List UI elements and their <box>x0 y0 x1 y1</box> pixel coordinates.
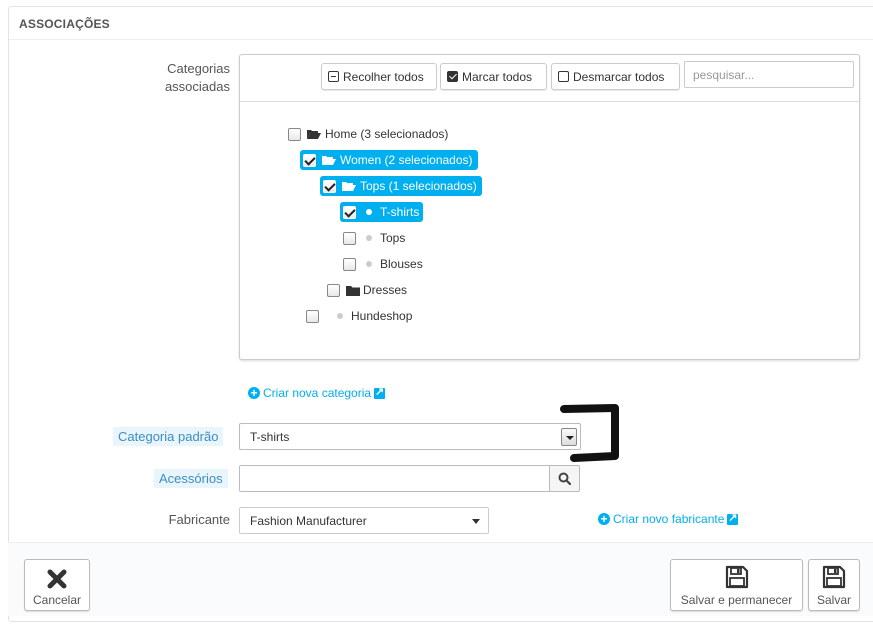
uncheck-all-label: Desmarcar todos <box>573 69 665 84</box>
uncheck-all-button[interactable]: Desmarcar todos <box>551 63 680 90</box>
collapse-all-label: Recolher todos <box>343 69 424 84</box>
save-button[interactable]: Salvar <box>808 559 860 611</box>
create-manufacturer-label: Criar novo fabricante <box>613 512 725 526</box>
tree-checkbox[interactable] <box>343 231 356 245</box>
folder-open-icon <box>342 181 356 191</box>
tree-checkbox[interactable] <box>288 127 301 141</box>
tree-checkbox[interactable] <box>306 309 319 323</box>
minus-square-icon <box>328 71 339 82</box>
empty-square-icon <box>558 71 569 82</box>
search-icon <box>558 472 571 485</box>
tree-node-tops-parent[interactable]: Tops (1 selecionados) <box>320 176 482 196</box>
tree-checkbox[interactable] <box>323 179 336 193</box>
default-category-select[interactable]: T-shirts <box>239 423 581 450</box>
tree-node-label: Dresses <box>363 283 408 297</box>
tree-node-label: Tops (1 selecionados) <box>360 179 477 193</box>
save-label: Salvar <box>816 593 851 607</box>
accessories-search-button[interactable] <box>549 465 580 492</box>
tree-checkbox[interactable] <box>343 205 356 219</box>
annotation-bracket <box>560 404 619 462</box>
tree-checkbox[interactable] <box>343 257 356 271</box>
cancel-button[interactable]: Cancelar <box>24 559 90 611</box>
check-all-button[interactable]: Marcar todos <box>440 63 547 90</box>
cancel-label: Cancelar <box>32 593 82 607</box>
folder-open-icon <box>307 129 321 139</box>
external-link-icon <box>727 511 739 525</box>
save-and-stay-button[interactable]: Salvar e permanecer <box>670 559 803 611</box>
check-square-icon <box>447 71 458 82</box>
tree-node-label: T-shirts <box>380 205 420 219</box>
tree-node-label: Women (2 selecionados) <box>340 153 473 167</box>
category-search-input[interactable] <box>684 61 854 88</box>
bullet-icon <box>366 235 372 241</box>
save-and-stay-label: Salvar e permanecer <box>680 593 793 607</box>
collapse-all-button[interactable]: Recolher todos <box>321 63 437 90</box>
bullet-icon <box>366 209 372 215</box>
categories-label: Categorias associadas <box>150 60 230 96</box>
floppy-disk-icon <box>822 565 846 589</box>
manufacturer-label: Fabricante <box>168 512 230 527</box>
default-category-value: T-shirts <box>250 429 290 444</box>
tree-node-blouses[interactable]: Blouses <box>340 254 428 274</box>
tree-checkbox[interactable] <box>303 153 316 167</box>
tree-node-label: Tops <box>380 231 406 245</box>
check-all-label: Marcar todos <box>462 69 533 84</box>
manufacturer-value: Fashion Manufacturer <box>250 513 367 528</box>
accessories-input[interactable] <box>239 465 550 492</box>
chevron-down-icon <box>472 519 480 524</box>
tree-node-tops[interactable]: Tops <box>340 228 410 248</box>
tree-toolbar: Recolher todos Marcar todos Desmarcar to… <box>240 55 859 102</box>
folder-open-icon <box>322 155 336 165</box>
bullet-icon <box>337 313 343 319</box>
create-manufacturer-link[interactable]: + Criar novo fabricante <box>598 511 739 526</box>
external-link-icon <box>374 385 386 399</box>
tree-node-dresses[interactable]: Dresses <box>324 280 412 300</box>
tree-node-hundeshop[interactable]: Hundeshop <box>303 306 417 326</box>
panel-title: ASSOCIAÇÕES <box>9 7 873 40</box>
tree-node-label: Blouses <box>380 257 423 271</box>
close-icon <box>47 569 67 589</box>
accessories-label: Acessórios <box>154 469 228 488</box>
category-tree: Recolher todos Marcar todos Desmarcar to… <box>239 54 860 360</box>
tree-node-tshirts[interactable]: T-shirts <box>340 202 424 222</box>
create-category-link[interactable]: + Criar nova categoria <box>248 385 386 400</box>
tree-node-home[interactable]: Home (3 selecionados) <box>285 124 453 144</box>
folder-icon <box>346 285 360 296</box>
plus-circle-icon: + <box>598 513 610 525</box>
manufacturer-select[interactable]: Fashion Manufacturer <box>239 507 489 534</box>
bullet-icon <box>366 261 372 267</box>
tree-checkbox[interactable] <box>327 283 340 297</box>
tree-node-label: Home (3 selecionados) <box>325 127 449 141</box>
create-category-label: Criar nova categoria <box>263 386 372 400</box>
categories-label-line1: Categorias <box>167 61 230 76</box>
tree-node-women[interactable]: Women (2 selecionados) <box>300 150 478 170</box>
default-category-label: Categoria padrão <box>113 427 224 446</box>
plus-circle-icon: + <box>248 387 260 399</box>
tree-node-label: Hundeshop <box>351 309 413 323</box>
categories-label-line2: associadas <box>164 79 230 94</box>
floppy-disk-icon <box>725 565 748 589</box>
